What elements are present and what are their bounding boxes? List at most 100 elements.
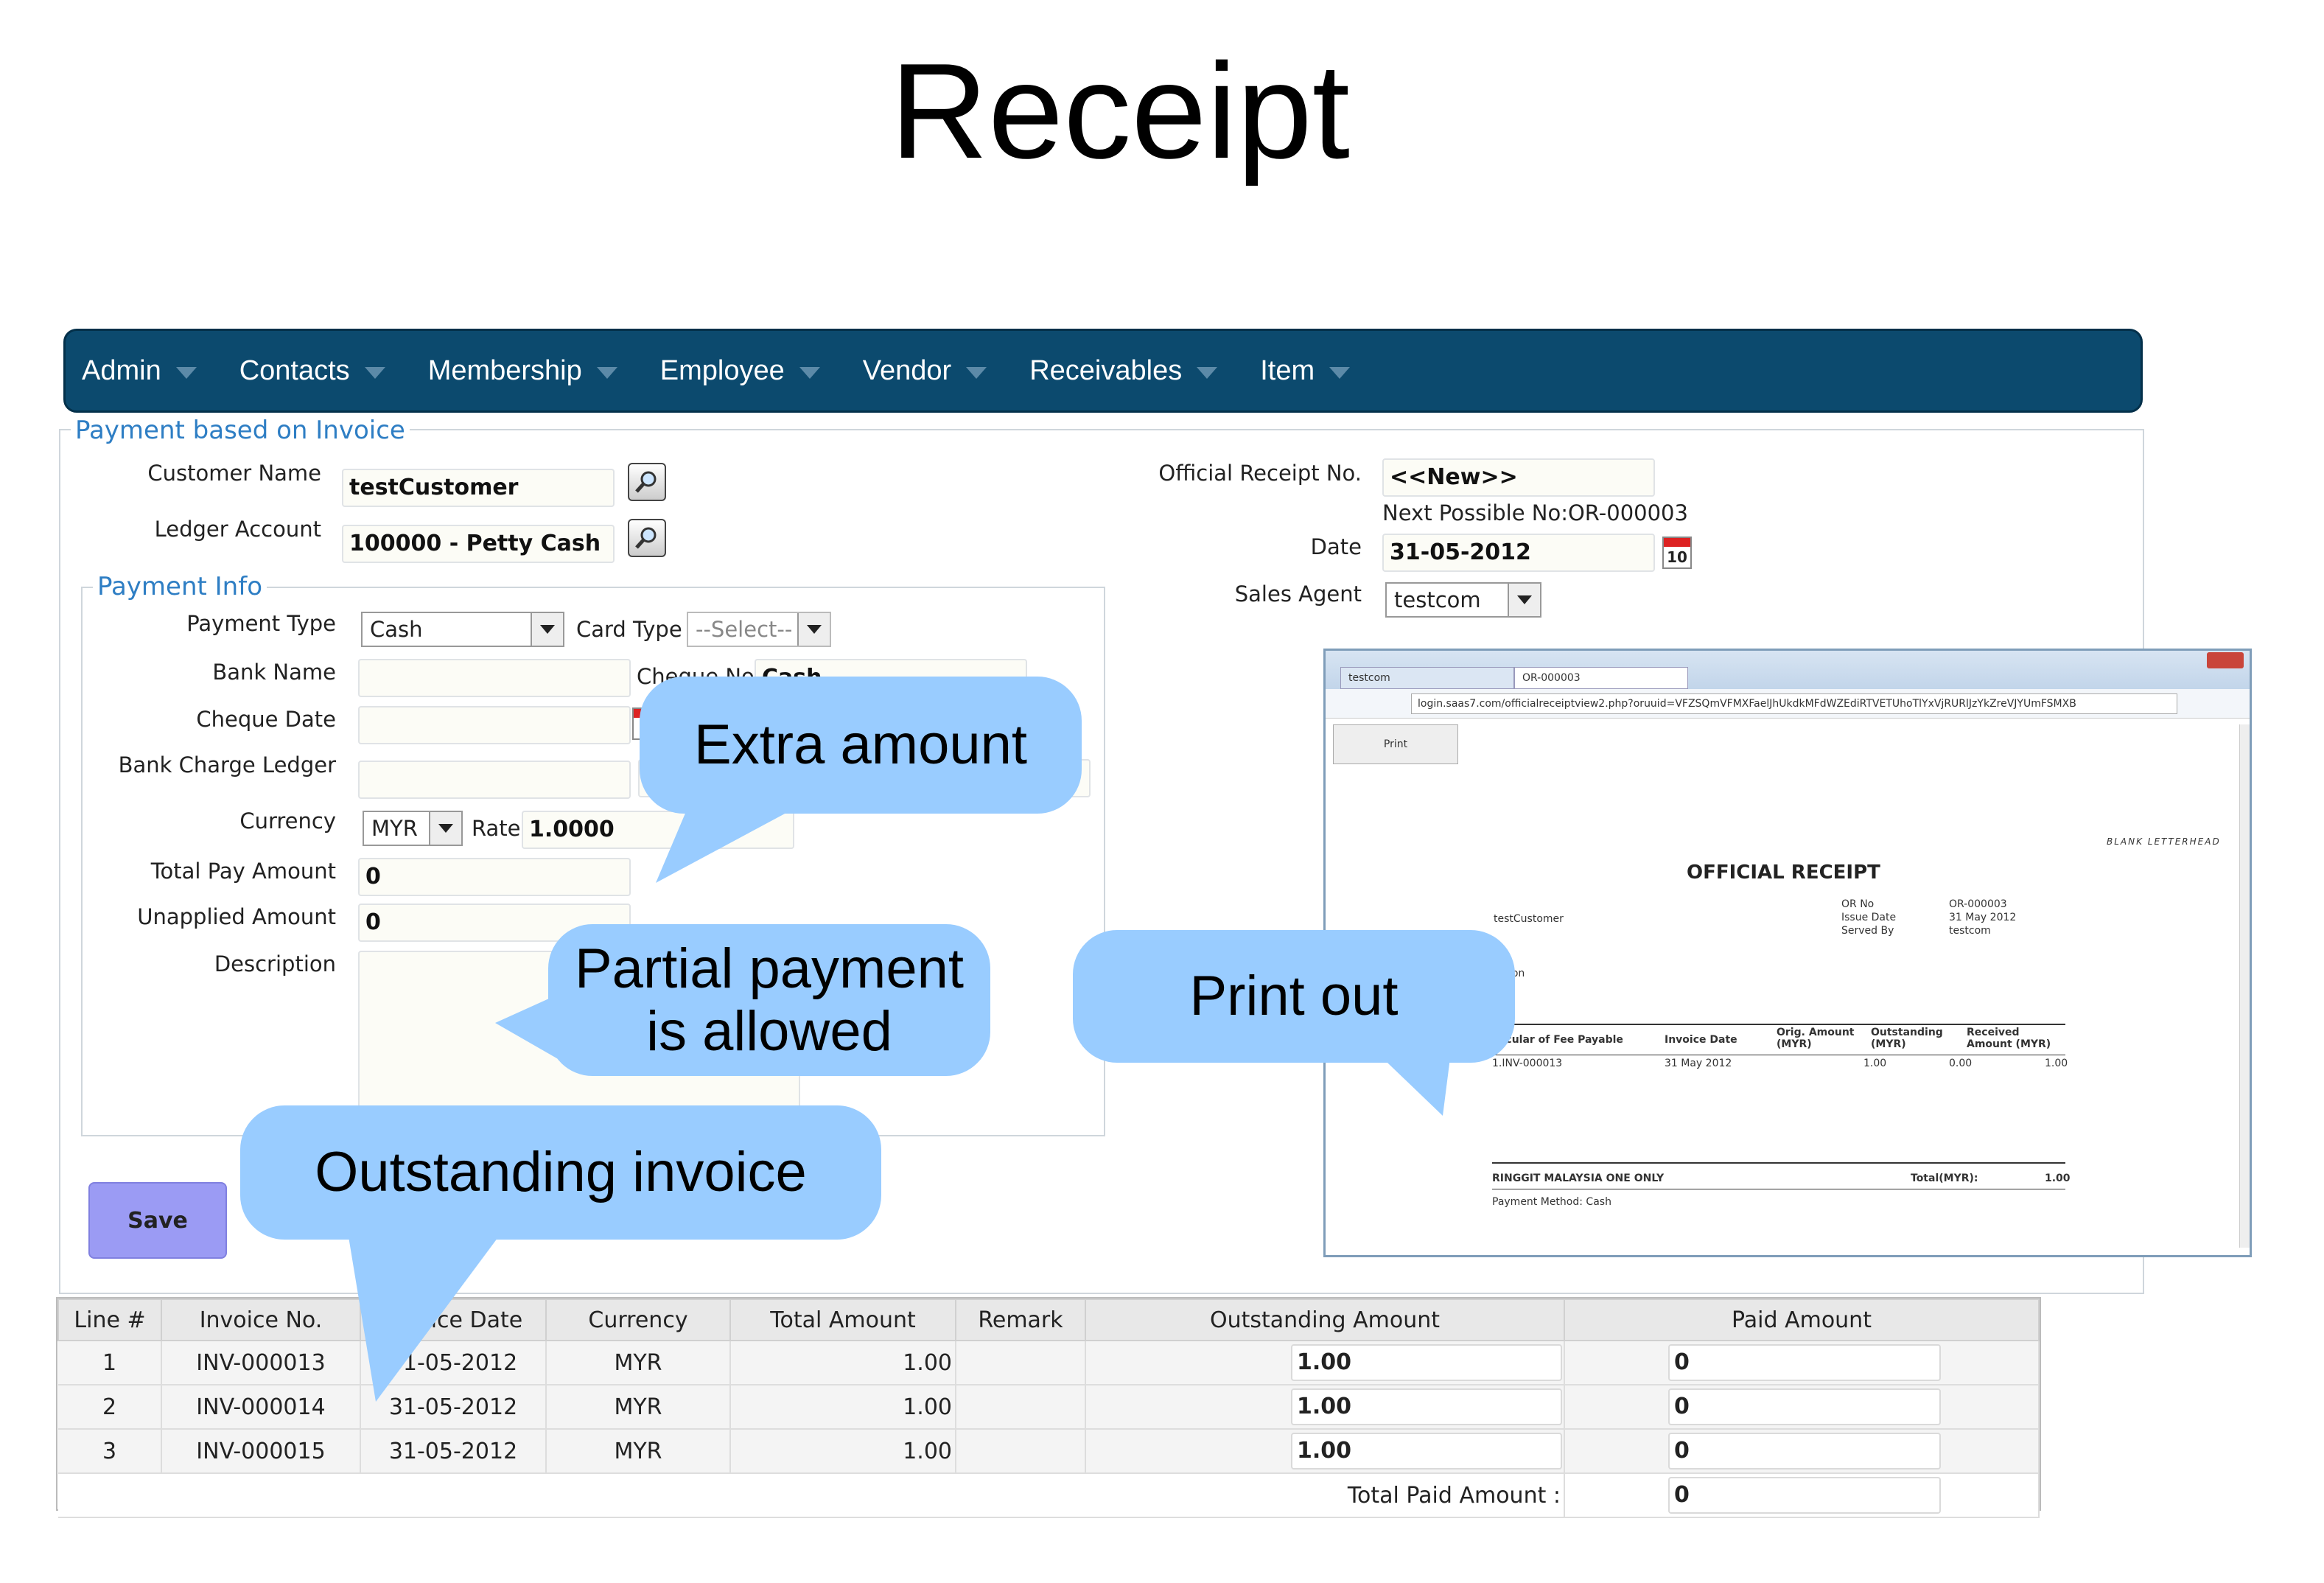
extra-amount-callout: Extra amount bbox=[640, 677, 1082, 814]
cheque-date-label: Cheque Date bbox=[196, 707, 336, 732]
nav-contacts[interactable]: Contacts bbox=[239, 355, 385, 387]
currency-cell: MYR bbox=[546, 1341, 731, 1385]
customer-name-input[interactable]: testCustomer bbox=[342, 469, 615, 507]
nav-receivables[interactable]: Receivables bbox=[1029, 355, 1218, 387]
bank-name-input[interactable] bbox=[358, 659, 631, 697]
nav-vendor[interactable]: Vendor bbox=[863, 355, 987, 387]
total-pay-amount-input[interactable]: 0 bbox=[358, 858, 631, 896]
close-icon[interactable] bbox=[2207, 652, 2244, 668]
currency-cell: MYR bbox=[546, 1385, 731, 1430]
col-orig-amount-line1: Orig. Amount bbox=[1777, 1027, 1855, 1038]
total-cell: 1.00 bbox=[730, 1341, 956, 1385]
table-row: 3 INV-000015 31-05-2012 MYR 1.00 1.00 0 bbox=[58, 1429, 2040, 1474]
currency-cell: MYR bbox=[546, 1429, 731, 1474]
dropdown-arrow-icon bbox=[1508, 584, 1540, 616]
bank-name-label: Bank Name bbox=[212, 660, 336, 685]
description-label: Description bbox=[214, 951, 336, 976]
total-paid-input[interactable]: 0 bbox=[1668, 1477, 1941, 1514]
invoice-cell: INV-000014 bbox=[161, 1385, 361, 1430]
chevron-down-icon bbox=[1197, 367, 1218, 379]
browser-tab-title: OR-000003 bbox=[1522, 672, 1581, 684]
bank-charge-ledger-label: Bank Charge Ledger bbox=[118, 752, 336, 777]
customer-lookup-button[interactable] bbox=[628, 463, 666, 501]
remark-cell bbox=[956, 1341, 1086, 1385]
address-bar[interactable]: login.saas7.com/officialreceiptview2.php… bbox=[1411, 693, 2177, 714]
served-by-value: testcom bbox=[1949, 925, 1991, 937]
ledger-lookup-button[interactable] bbox=[628, 519, 666, 557]
paid-amount-input[interactable]: 0 bbox=[1668, 1344, 1941, 1381]
dropdown-arrow-icon bbox=[531, 613, 563, 646]
browser-tab[interactable]: testcom bbox=[1340, 667, 1514, 689]
sales-agent-select[interactable]: testcom bbox=[1385, 582, 1541, 618]
nav-item[interactable]: Item bbox=[1260, 354, 1351, 387]
chevron-down-icon bbox=[596, 367, 617, 379]
currency-value: MYR bbox=[371, 816, 418, 841]
line-cell: 3 bbox=[58, 1429, 162, 1474]
ledger-account-input[interactable]: 100000 - Petty Cash bbox=[342, 525, 615, 563]
served-by-label: Served By bbox=[1841, 925, 1894, 937]
date-label: Date bbox=[1310, 534, 1362, 559]
card-type-select[interactable]: --Select-- bbox=[687, 612, 831, 647]
receipt-row-received: 1.00 bbox=[2045, 1058, 2068, 1069]
col-received-line1: Received bbox=[1967, 1027, 2020, 1038]
browser-toolbar: login.saas7.com/officialreceiptview2.php… bbox=[1326, 689, 2250, 719]
official-receipt-input[interactable]: <<New>> bbox=[1382, 458, 1655, 497]
total-paid-label: Total Paid Amount : bbox=[1085, 1473, 1565, 1518]
col-total-header: Total Amount bbox=[729, 1299, 956, 1341]
payment-type-select[interactable]: Cash bbox=[361, 612, 564, 647]
or-no-label: OR No bbox=[1841, 898, 1875, 910]
outstanding-amount-input[interactable]: 1.00 bbox=[1291, 1433, 1562, 1470]
paid-amount-input[interactable]: 0 bbox=[1668, 1433, 1941, 1470]
rate-label: Rate bbox=[472, 816, 521, 841]
payment-method: Payment Method: Cash bbox=[1492, 1196, 1611, 1208]
currency-label: Currency bbox=[239, 808, 336, 834]
receipt-row-invoice: 1.INV-000013 bbox=[1492, 1058, 1563, 1069]
save-button[interactable]: Save bbox=[88, 1182, 227, 1259]
col-received-line2: Amount (MYR) bbox=[1967, 1038, 2051, 1050]
total-cell: 1.00 bbox=[730, 1385, 956, 1430]
nav-employee-label: Employee bbox=[659, 354, 785, 386]
receipt-title: OFFICIAL RECEIPT bbox=[1687, 862, 1880, 884]
col-orig-amount-line2: (MYR) bbox=[1777, 1038, 1812, 1050]
outstanding-amount-input[interactable]: 1.00 bbox=[1291, 1388, 1562, 1425]
col-outstanding-line1: Outstanding bbox=[1871, 1027, 1943, 1038]
paid-amount-input[interactable]: 0 bbox=[1668, 1388, 1941, 1425]
receipt-row-outstanding: 0.00 bbox=[1949, 1058, 1973, 1069]
slide-title: Receipt bbox=[890, 35, 1350, 186]
print-button-label: Print bbox=[1383, 738, 1408, 750]
nav-vendor-label: Vendor bbox=[862, 354, 952, 386]
magnifier-icon bbox=[635, 527, 657, 549]
col-paid-header: Paid Amount bbox=[1564, 1299, 2040, 1341]
currency-select[interactable]: MYR bbox=[363, 811, 463, 846]
nav-admin[interactable]: Admin bbox=[82, 355, 197, 387]
print-button[interactable]: Print bbox=[1333, 724, 1458, 764]
outstanding-amount-input[interactable]: 1.00 bbox=[1291, 1344, 1562, 1381]
divider bbox=[1492, 1162, 2065, 1164]
col-outstanding-header: Outstanding Amount bbox=[1085, 1299, 1565, 1341]
scrollbar[interactable] bbox=[2239, 724, 2250, 1248]
partial-payment-line2: is allowed bbox=[646, 1000, 892, 1063]
chevron-down-icon bbox=[1329, 367, 1351, 379]
col-orig-amount: Orig. Amount (MYR) bbox=[1777, 1027, 1855, 1050]
col-line-header: Line # bbox=[57, 1299, 162, 1341]
issue-date-label: Issue Date bbox=[1841, 912, 1897, 923]
col-particular: rticular of Fee Payable bbox=[1492, 1034, 1623, 1046]
print-out-callout: Print out bbox=[1073, 930, 1515, 1063]
line-cell: 1 bbox=[58, 1341, 162, 1385]
remark-cell bbox=[956, 1429, 1086, 1474]
bank-charge-ledger-input[interactable] bbox=[358, 761, 631, 799]
dropdown-arrow-icon bbox=[429, 812, 461, 845]
cheque-date-input[interactable] bbox=[358, 706, 631, 744]
nav-item-label: Item bbox=[1260, 354, 1315, 386]
nav-contacts-label: Contacts bbox=[239, 354, 350, 386]
col-invoice-date: Invoice Date bbox=[1665, 1034, 1737, 1046]
calendar-icon[interactable]: 10 bbox=[1662, 537, 1692, 569]
nav-membership[interactable]: Membership bbox=[428, 355, 617, 387]
invoice-cell: INV-000013 bbox=[161, 1341, 361, 1385]
nav-employee[interactable]: Employee bbox=[660, 355, 820, 387]
browser-tab-active[interactable]: OR-000003 bbox=[1514, 667, 1688, 689]
or-no-value: OR-000003 bbox=[1949, 898, 2007, 910]
receipt-total-label: Total(MYR): bbox=[1911, 1173, 1978, 1184]
date-input[interactable]: 31-05-2012 bbox=[1382, 534, 1655, 572]
invoice-cell: INV-000015 bbox=[161, 1429, 361, 1474]
